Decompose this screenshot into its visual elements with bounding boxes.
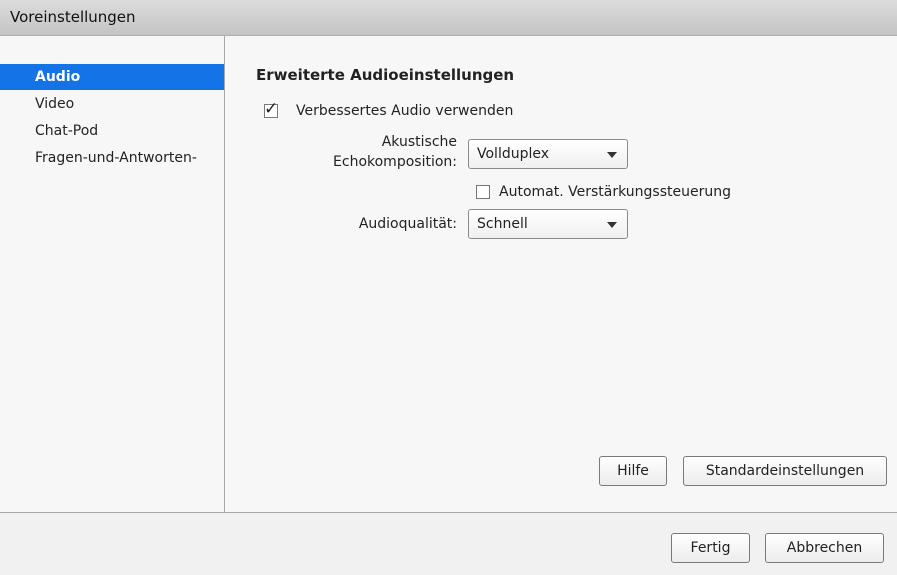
window-title: Voreinstellungen	[10, 8, 136, 26]
checkmark-icon: ✓	[264, 99, 279, 119]
defaults-button[interactable]: Standardeinstellungen	[683, 456, 887, 486]
footer: Fertig Abbrechen	[0, 512, 897, 575]
quality-label: Audioqualität:	[358, 216, 457, 232]
quality-dropdown[interactable]: Schnell	[468, 209, 628, 239]
enhanced-audio-label: Verbessertes Audio verwenden	[296, 103, 514, 119]
sidebar-item-qa[interactable]: Fragen-und-Antworten-	[0, 145, 224, 171]
help-button[interactable]: Hilfe	[599, 456, 667, 486]
enhanced-audio-checkbox[interactable]: ✓	[264, 99, 278, 119]
title-bar: Voreinstellungen	[0, 0, 897, 36]
section-title: Erweiterte Audioeinstellungen	[256, 66, 515, 84]
cancel-button[interactable]: Abbrechen	[765, 533, 884, 563]
sidebar-item-audio[interactable]: Audio	[0, 64, 224, 90]
echo-dropdown-value: Vollduplex	[477, 146, 550, 162]
echo-label-line2: Echokomposition:	[333, 154, 457, 170]
chevron-down-icon	[607, 152, 617, 158]
quality-dropdown-value: Schnell	[477, 216, 528, 232]
echo-label-line1: Akustische	[381, 134, 457, 150]
sidebar-item-chat-pod[interactable]: Chat-Pod	[0, 118, 224, 144]
settings-panel: Erweiterte Audioeinstellungen ✓ Verbesse…	[225, 36, 897, 512]
chevron-down-icon	[607, 222, 617, 228]
echo-dropdown[interactable]: Vollduplex	[468, 139, 628, 169]
sidebar: Audio Video Chat-Pod Fragen-und-Antworte…	[0, 36, 225, 512]
sidebar-item-video[interactable]: Video	[0, 91, 224, 117]
agc-label: Automat. Verstärkungssteuerung	[499, 184, 731, 200]
agc-checkbox[interactable]	[476, 185, 490, 199]
done-button[interactable]: Fertig	[671, 533, 750, 563]
